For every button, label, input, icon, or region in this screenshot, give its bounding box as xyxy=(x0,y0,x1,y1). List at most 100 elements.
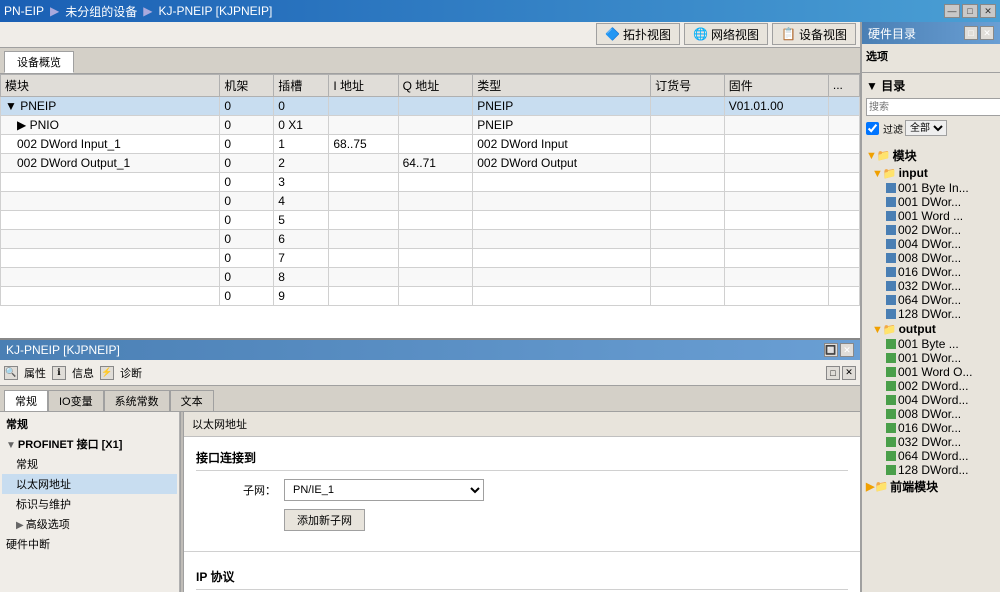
front-modules-folder[interactable]: ▶📁 前端模块 xyxy=(864,477,998,496)
tab-text[interactable]: 文本 xyxy=(170,390,214,411)
nav-ethernet-addr[interactable]: 以太网地址 xyxy=(2,474,177,494)
input-label: input xyxy=(899,166,928,180)
filter-row: 过滤 全部 xyxy=(866,120,996,136)
table-row[interactable]: 06 xyxy=(1,229,860,248)
network-view-button[interactable]: 🌐 网络视图 xyxy=(684,23,768,45)
input-item[interactable]: 004 DWor... xyxy=(864,237,998,251)
front-modules-icon: ▶📁 xyxy=(866,480,888,493)
module-icon xyxy=(886,339,896,349)
cell-qaddr xyxy=(398,134,473,153)
output-item[interactable]: 008 DWor... xyxy=(864,407,998,421)
table-header-row: 模块 机架 插槽 I 地址 Q 地址 类型 订货号 固件 ... xyxy=(1,74,860,96)
sidebar-expand-button[interactable]: □ xyxy=(964,26,978,40)
input-folder[interactable]: ▼📁 input xyxy=(864,165,998,181)
section-connect-title: 接口连接到 xyxy=(196,445,848,471)
filter-checkbox[interactable] xyxy=(866,122,879,135)
output-item[interactable]: 128 DWord... xyxy=(864,463,998,477)
sidebar-title-text: 硬件目录 xyxy=(868,25,916,42)
close-button[interactable]: ✕ xyxy=(980,4,996,18)
add-subnet-button[interactable]: 添加新子网 xyxy=(284,509,365,531)
table-row[interactable]: 002 DWord Input_10168..75002 DWord Input xyxy=(1,134,860,153)
nav-hw-interrupt[interactable]: 硬件中断 xyxy=(2,534,177,554)
module-icon xyxy=(886,465,896,475)
cell-order xyxy=(651,267,725,286)
cell-type xyxy=(473,229,651,248)
table-row[interactable]: ▶ PNIO00 X1PNEIP xyxy=(1,115,860,134)
nav-advanced[interactable]: ▶高级选项 xyxy=(2,514,177,534)
nav-profinet-arrow: ▼ xyxy=(6,440,16,451)
maximize-button[interactable]: □ xyxy=(962,4,978,18)
add-subnet-row: 添加新子网 xyxy=(196,509,848,531)
table-row[interactable]: 09 xyxy=(1,286,860,305)
table-row[interactable]: ▼ PNEIP00PNEIPV01.01.00 xyxy=(1,96,860,115)
table-row[interactable]: 07 xyxy=(1,248,860,267)
output-item[interactable]: 004 DWord... xyxy=(864,393,998,407)
subnet-select[interactable]: PN/IE_1 xyxy=(284,479,484,501)
table-row[interactable]: 002 DWord Output_10264..71002 DWord Outp… xyxy=(1,153,860,172)
cell-order xyxy=(651,134,725,153)
module-icon xyxy=(886,267,896,277)
bottom-close-button[interactable]: ✕ xyxy=(840,343,854,357)
bottom-expand2-button[interactable]: □ xyxy=(826,366,840,380)
cell-module xyxy=(1,191,220,210)
options-label: 选项 xyxy=(866,48,996,64)
output-item[interactable]: 001 DWor... xyxy=(864,351,998,365)
bottom-toolbar: 🔍 属性 ℹ 信息 ⚡ 诊断 □ ✕ xyxy=(0,360,860,386)
device-view-button[interactable]: 📋 设备视图 xyxy=(772,23,856,45)
module-icon xyxy=(886,281,896,291)
input-item[interactable]: 064 DWor... xyxy=(864,293,998,307)
table-row[interactable]: 04 xyxy=(1,191,860,210)
input-item[interactable]: 016 DWor... xyxy=(864,265,998,279)
input-item[interactable]: 001 Byte In... xyxy=(864,181,998,195)
filter-select[interactable]: 全部 xyxy=(905,120,947,136)
output-items-list: 001 Byte ...001 DWor...001 Word O...002 … xyxy=(864,337,998,477)
bottom-close2-button[interactable]: ✕ xyxy=(842,366,856,380)
nav-general-sub[interactable]: 常规 xyxy=(2,454,177,474)
input-item[interactable]: 001 DWor... xyxy=(864,195,998,209)
output-item[interactable]: 064 DWord... xyxy=(864,449,998,463)
cell-fw xyxy=(724,210,828,229)
cell-slot: 4 xyxy=(274,191,329,210)
bottom-expand-button[interactable]: 🔲 xyxy=(824,343,838,357)
modules-folder[interactable]: ▼📁 模块 xyxy=(864,146,998,165)
cell-iaddr xyxy=(329,191,398,210)
output-item[interactable]: 002 DWord... xyxy=(864,379,998,393)
tab-io-vars[interactable]: IO变量 xyxy=(48,390,104,411)
cell-order xyxy=(651,96,725,115)
module-icon xyxy=(886,253,896,263)
input-item[interactable]: 032 DWor... xyxy=(864,279,998,293)
col-slot: 插槽 xyxy=(274,74,329,96)
device-table-area[interactable]: 模块 机架 插槽 I 地址 Q 地址 类型 订货号 固件 ... ▼ PNEIP… xyxy=(0,74,860,338)
input-item[interactable]: 002 DWor... xyxy=(864,223,998,237)
tab-general[interactable]: 常规 xyxy=(4,390,48,411)
nav-general[interactable]: 常规 xyxy=(2,414,177,434)
input-item[interactable]: 001 Word ... xyxy=(864,209,998,223)
input-item[interactable]: 128 DWor... xyxy=(864,307,998,321)
attributes-label: 属性 xyxy=(20,365,50,381)
device-overview-tab[interactable]: 设备概览 xyxy=(4,51,74,73)
title-device: KJ-PNEIP [KJPNEIP] xyxy=(159,4,273,18)
nav-ident-maint[interactable]: 标识与维护 xyxy=(2,494,177,514)
minimize-button[interactable]: — xyxy=(944,4,960,18)
sidebar-close-button[interactable]: ✕ xyxy=(980,26,994,40)
input-item[interactable]: 008 DWor... xyxy=(864,251,998,265)
table-row[interactable]: 03 xyxy=(1,172,860,191)
cell-module xyxy=(1,267,220,286)
output-folder[interactable]: ▼📁 output xyxy=(864,321,998,337)
tab-system-const[interactable]: 系统常数 xyxy=(104,390,170,411)
output-item[interactable]: 016 DWor... xyxy=(864,421,998,435)
cell-slot: 0 X1 xyxy=(274,115,329,134)
search-input[interactable] xyxy=(866,98,1000,116)
table-row[interactable]: 05 xyxy=(1,210,860,229)
table-row[interactable]: 08 xyxy=(1,267,860,286)
cell-fw xyxy=(724,191,828,210)
module-icon xyxy=(886,437,896,447)
output-item[interactable]: 001 Word O... xyxy=(864,365,998,379)
title-pneip: PN-EIP xyxy=(4,4,44,18)
output-item[interactable]: 001 Byte ... xyxy=(864,337,998,351)
nav-profinet[interactable]: ▼PROFINET 接口 [X1] xyxy=(2,434,177,454)
topology-view-button[interactable]: 🔷 拓扑视图 xyxy=(596,23,680,45)
cell-iaddr xyxy=(329,172,398,191)
catalog-tree: ▼📁 模块 ▼📁 input 001 Byte In...001 DWor...… xyxy=(862,144,1000,592)
output-item[interactable]: 032 DWor... xyxy=(864,435,998,449)
